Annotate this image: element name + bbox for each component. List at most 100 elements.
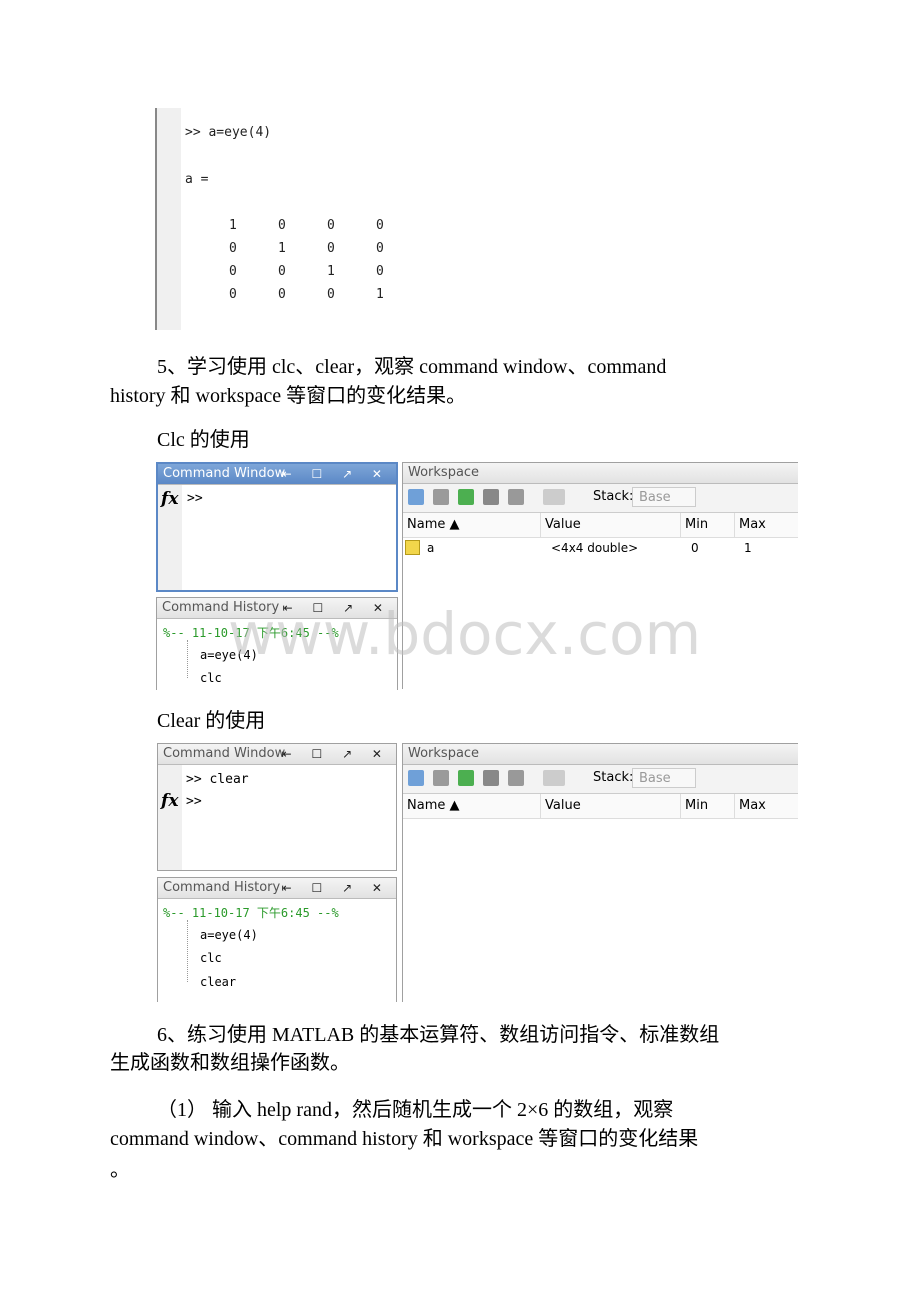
matrix-cell: 0 — [376, 264, 384, 279]
fx-icon[interactable]: fx — [161, 791, 178, 811]
column-header[interactable]: Value — [545, 798, 581, 813]
history-item[interactable]: clc — [200, 671, 222, 685]
clc-heading: Clc 的使用 — [157, 429, 250, 451]
matrix-cell: 1 — [278, 241, 286, 256]
panel-controls-icon[interactable]: ⇤ ☐ ↗ ✕ — [282, 878, 390, 898]
matrix-cell: 1 — [376, 287, 384, 302]
history-session-header[interactable]: %-- 11-10-17 下午6:45 --% — [163, 624, 339, 641]
matrix-cell: 0 — [327, 218, 335, 233]
column-header[interactable]: Max — [739, 517, 766, 532]
matrix-cell: 0 — [278, 287, 286, 302]
para6-line1: 6、练习使用 MATLAB 的基本运算符、数组访问指令、标准数组 — [157, 1024, 720, 1046]
command-line: >> a=eye(4) — [185, 125, 272, 140]
matrix-cell: 0 — [376, 241, 384, 256]
column-divider[interactable] — [734, 794, 735, 818]
column-header[interactable]: Min — [685, 798, 708, 813]
open-selection-icon[interactable] — [433, 489, 449, 505]
stack-dropdown[interactable]: Base — [632, 487, 696, 507]
fx-icon[interactable]: fx — [161, 489, 178, 509]
column-divider[interactable] — [540, 794, 541, 818]
column-divider[interactable] — [680, 794, 681, 818]
column-header[interactable]: Max — [739, 798, 766, 813]
matrix-cell: 0 — [376, 218, 384, 233]
workspace-panel[interactable]: Workspace Stack: Base Name ▲ Value Min Max — [402, 743, 798, 1002]
command-history-title: Command History ⇤ ☐ ↗ ✕ — [158, 878, 396, 899]
title-text: Workspace — [408, 465, 480, 480]
column-header[interactable]: Value — [545, 517, 581, 532]
title-text: Command History — [162, 600, 280, 615]
matrix-cell: 1 — [229, 218, 237, 233]
new-variable-icon[interactable] — [408, 770, 424, 786]
workspace-header: Name ▲ Value Min Max — [403, 794, 798, 819]
command-history-panel[interactable]: Command History ⇤ ☐ ↗ ✕ %-- 11-10-17 下午6:… — [157, 877, 397, 1002]
item1-line1: （1） 输入 help rand，然后随机生成一个 2×6 的数组，观察 — [157, 1099, 674, 1121]
previous-command: >> clear — [186, 772, 249, 787]
command-window-panel[interactable]: Command Window ⇤ ☐ ↗ ✕ fx >> clear >> — [157, 743, 397, 871]
history-item[interactable]: a=eye(4) — [200, 928, 258, 942]
delete-icon[interactable] — [508, 770, 524, 786]
var-max: 1 — [744, 541, 752, 555]
new-variable-icon[interactable] — [408, 489, 424, 505]
var-min: 0 — [691, 541, 699, 555]
import-data-icon[interactable] — [458, 770, 474, 786]
command-history-title: Command History ⇤ ☐ ↗ ✕ — [157, 598, 397, 619]
variable-row[interactable]: a <4x4 double> 0 1 — [403, 539, 798, 559]
column-header[interactable]: Name ▲ — [407, 798, 459, 813]
panel-controls-icon[interactable]: ⇤ ☐ ↗ ✕ — [283, 598, 391, 618]
plot-icon[interactable] — [543, 489, 565, 505]
title-text: Command Window — [163, 466, 286, 481]
prompt[interactable]: >> — [187, 491, 203, 506]
save-icon[interactable] — [483, 770, 499, 786]
matrix-variable-icon — [405, 540, 420, 555]
workspace-header: Name ▲ Value Min Max — [403, 513, 798, 538]
save-icon[interactable] — [483, 489, 499, 505]
gutter — [157, 108, 181, 330]
column-divider[interactable] — [734, 513, 735, 537]
stack-dropdown[interactable]: Base — [632, 768, 696, 788]
item1-line2: command window、command history 和 workspa… — [110, 1128, 699, 1150]
stack-label: Stack: — [593, 770, 634, 785]
column-header[interactable]: Name ▲ — [407, 517, 459, 532]
para5-line1: 5、学习使用 clc、clear，观察 command window、comma… — [157, 356, 667, 378]
command-window-panel[interactable]: Command Window ⇤ ☐ ↗ ✕ fx >> — [156, 462, 398, 592]
var-name: a — [427, 541, 435, 555]
title-text: Command Window — [163, 746, 286, 761]
matrix-cell: 0 — [278, 218, 286, 233]
panel-controls-icon[interactable]: ⇤ ☐ ↗ ✕ — [282, 464, 390, 484]
document-page: >> a=eye(4) a = 1 0 0 0 0 1 0 0 0 0 1 0 0 0 0 1 5、学习使用 … — [0, 0, 920, 1302]
prompt[interactable]: >> — [186, 794, 202, 809]
matrix-cell: 0 — [229, 264, 237, 279]
matrix-cell: 0 — [229, 287, 237, 302]
matrix-cell: 0 — [278, 264, 286, 279]
matrix-cell: 0 — [327, 287, 335, 302]
para6-line2: 生成函数和数组操作函数。 — [110, 1052, 350, 1074]
history-item[interactable]: clear — [200, 975, 236, 989]
command-window-title: Command Window ⇤ ☐ ↗ ✕ — [158, 744, 396, 765]
clear-heading: Clear 的使用 — [157, 710, 266, 732]
var-value: <4x4 double> — [551, 541, 639, 555]
history-item[interactable]: clc — [200, 951, 222, 965]
panel-controls-icon[interactable]: ⇤ ☐ ↗ ✕ — [282, 744, 390, 764]
history-item[interactable]: a=eye(4) — [200, 648, 258, 662]
column-header[interactable]: Min — [685, 517, 708, 532]
column-divider[interactable] — [680, 513, 681, 537]
import-data-icon[interactable] — [458, 489, 474, 505]
delete-icon[interactable] — [508, 489, 524, 505]
open-selection-icon[interactable] — [433, 770, 449, 786]
history-session-header[interactable]: %-- 11-10-17 下午6:45 --% — [163, 904, 339, 921]
result-label: a = — [185, 172, 209, 187]
workspace-title: Workspace — [403, 744, 798, 765]
workspace-panel[interactable]: Workspace Stack: Base Name ▲ Value Min Max a… — [402, 462, 798, 689]
matrix-cell: 1 — [327, 264, 335, 279]
tree-line — [187, 640, 188, 678]
workspace-toolbar: Stack: Base — [403, 765, 798, 794]
item1-line3: 。 — [110, 1159, 130, 1181]
column-divider[interactable] — [540, 513, 541, 537]
workspace-title: Workspace — [403, 463, 798, 484]
plot-icon[interactable] — [543, 770, 565, 786]
matlab-output-screenshot: >> a=eye(4) a = 1 0 0 0 0 1 0 0 0 0 1 0 0 0 0 1 — [155, 108, 397, 330]
para5-line2: history 和 workspace 等窗口的变化结果。 — [110, 385, 467, 407]
fx-column: fx — [158, 765, 182, 870]
command-history-panel[interactable]: Command History ⇤ ☐ ↗ ✕ %-- 11-10-17 下午6:… — [156, 597, 398, 690]
matrix-cell: 0 — [229, 241, 237, 256]
